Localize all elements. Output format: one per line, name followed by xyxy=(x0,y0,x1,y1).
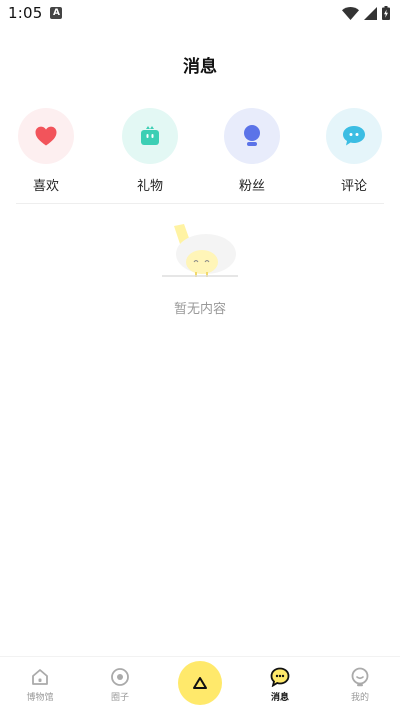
message-icon xyxy=(270,667,290,687)
category-like[interactable]: 喜欢 xyxy=(6,108,86,194)
category-label: 粉丝 xyxy=(238,179,265,194)
status-right xyxy=(342,6,390,20)
battery-charging-icon xyxy=(382,6,390,20)
fans-icon-circle xyxy=(224,108,280,164)
tab-label: 消息 xyxy=(270,693,289,703)
category-label: 评论 xyxy=(340,179,367,194)
fans-icon xyxy=(244,125,260,146)
home-icon xyxy=(32,669,48,685)
notification-app-icon: A xyxy=(50,7,63,19)
center-action-button[interactable] xyxy=(178,661,222,705)
category-gift[interactable]: 礼物 xyxy=(110,108,190,194)
triangle-icon xyxy=(193,677,207,689)
page-title: 消息 xyxy=(183,57,217,77)
tab-mine[interactable]: 我的 xyxy=(320,657,400,712)
category-row: 喜欢 礼物 粉丝 评论 xyxy=(0,108,400,196)
wifi-icon xyxy=(342,6,359,20)
category-label: 喜欢 xyxy=(32,179,59,194)
comment-icon xyxy=(343,126,365,146)
tab-label: 我的 xyxy=(350,693,369,703)
status-time: 1:05 xyxy=(8,4,43,22)
empty-state-text: 暂无内容 xyxy=(173,302,226,317)
empty-state-illustration xyxy=(162,224,238,277)
heart-icon xyxy=(35,126,57,146)
signal-icon xyxy=(364,6,377,20)
status-bar: 1:05 A xyxy=(0,0,400,26)
category-label: 礼物 xyxy=(136,179,163,194)
tab-label: 博物馆 xyxy=(26,693,54,703)
gift-icon-circle xyxy=(122,108,178,164)
tab-message[interactable]: 消息 xyxy=(240,657,320,712)
comment-icon-circle xyxy=(326,108,382,164)
tab-museum[interactable]: 博物馆 xyxy=(0,657,80,712)
category-comment[interactable]: 评论 xyxy=(314,108,394,194)
divider xyxy=(16,203,384,204)
circle-icon xyxy=(111,668,129,686)
tab-circle[interactable]: 圈子 xyxy=(80,657,160,712)
status-left: 1:05 A xyxy=(8,4,63,22)
category-fans[interactable]: 粉丝 xyxy=(212,108,292,194)
gift-icon xyxy=(141,126,159,145)
tab-label: 圈子 xyxy=(110,693,129,703)
like-icon-circle xyxy=(18,108,74,164)
bottom-tab-bar: 博物馆 圈子 消息 我的 xyxy=(0,656,400,712)
profile-icon xyxy=(351,667,369,687)
